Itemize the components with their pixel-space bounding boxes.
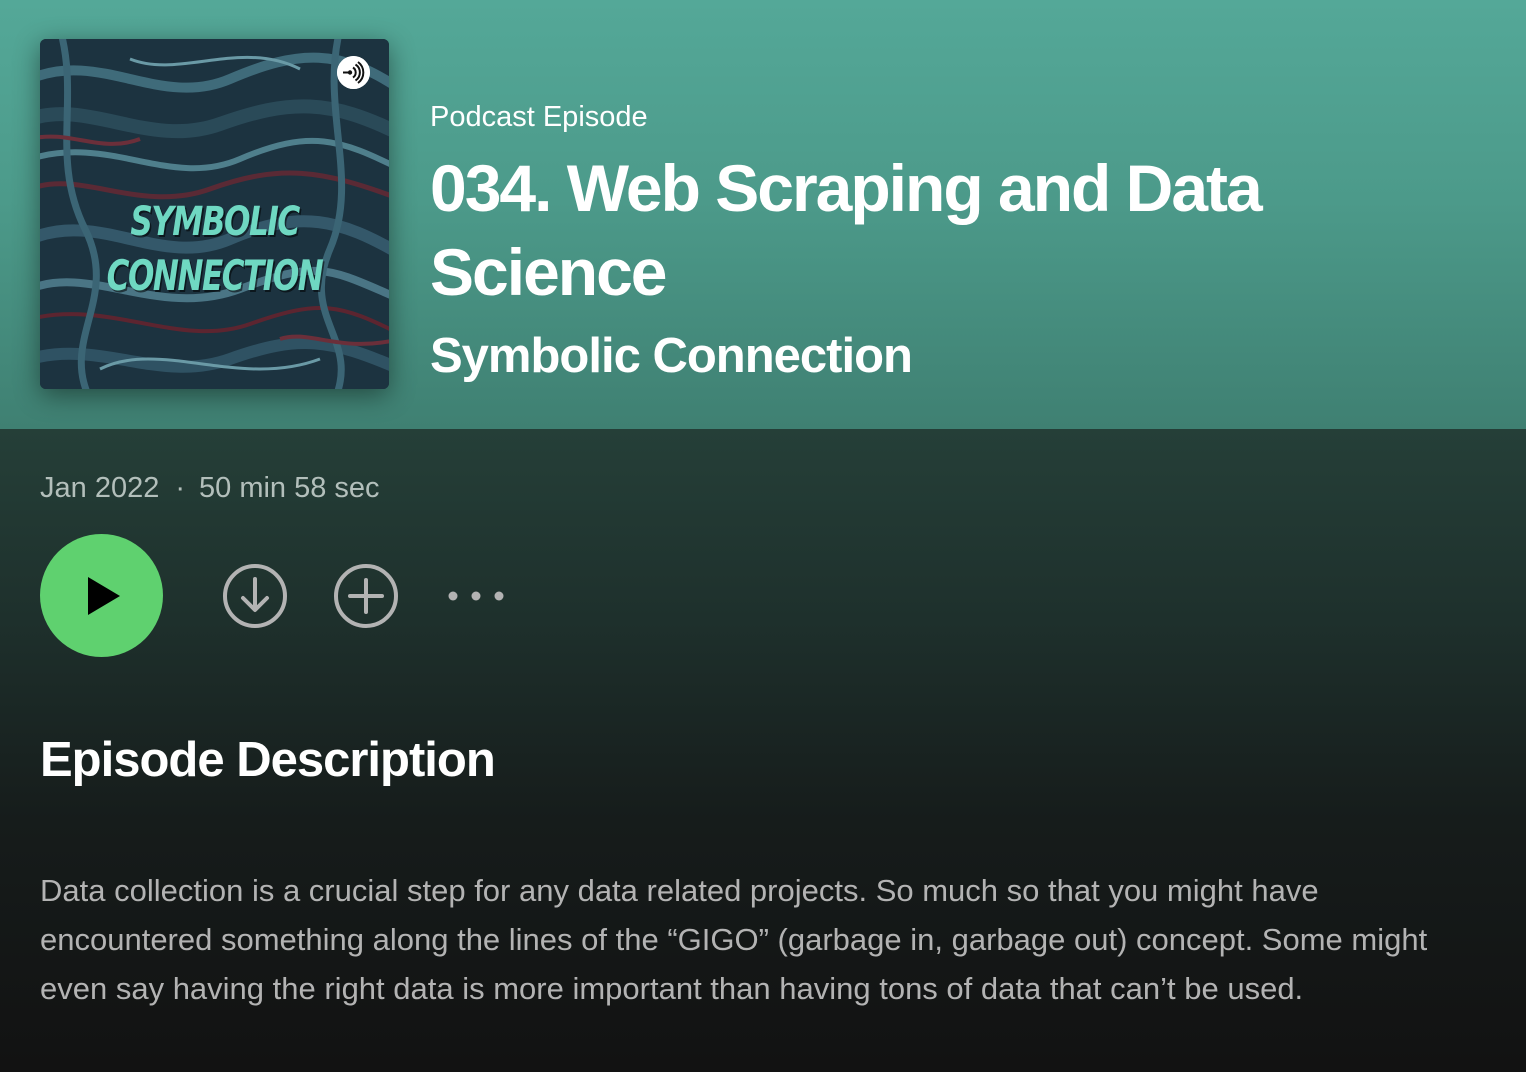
cover-title-line2: CONNECTION [106,251,324,300]
release-date: Jan 2022 [40,472,160,504]
episode-duration: 50 min 58 sec [199,472,380,504]
more-options-button[interactable] [444,578,508,614]
more-icon [448,591,504,601]
meta-separator: · [175,472,185,504]
show-name-link[interactable]: Symbolic Connection [430,328,913,384]
episode-title: 034. Web Scraping and Data Science [430,151,1263,309]
download-icon [223,564,287,628]
download-button[interactable] [222,563,288,629]
add-to-library-button[interactable] [333,563,399,629]
play-button[interactable] [40,534,163,657]
episode-description-heading: Episode Description [40,733,496,787]
episode-type-label: Podcast Episode [430,101,648,133]
cover-title-line1: SYMBOLIC [130,199,300,245]
episode-meta: Jan 2022 · 50 min 58 sec [40,472,380,505]
anchor-logo-icon [337,56,370,89]
add-icon [334,564,398,628]
play-icon [88,577,120,615]
episode-description-text: Data collection is a crucial step for an… [40,873,1428,1006]
episode-cover-art: SYMBOLIC CONNECTION [40,39,389,389]
